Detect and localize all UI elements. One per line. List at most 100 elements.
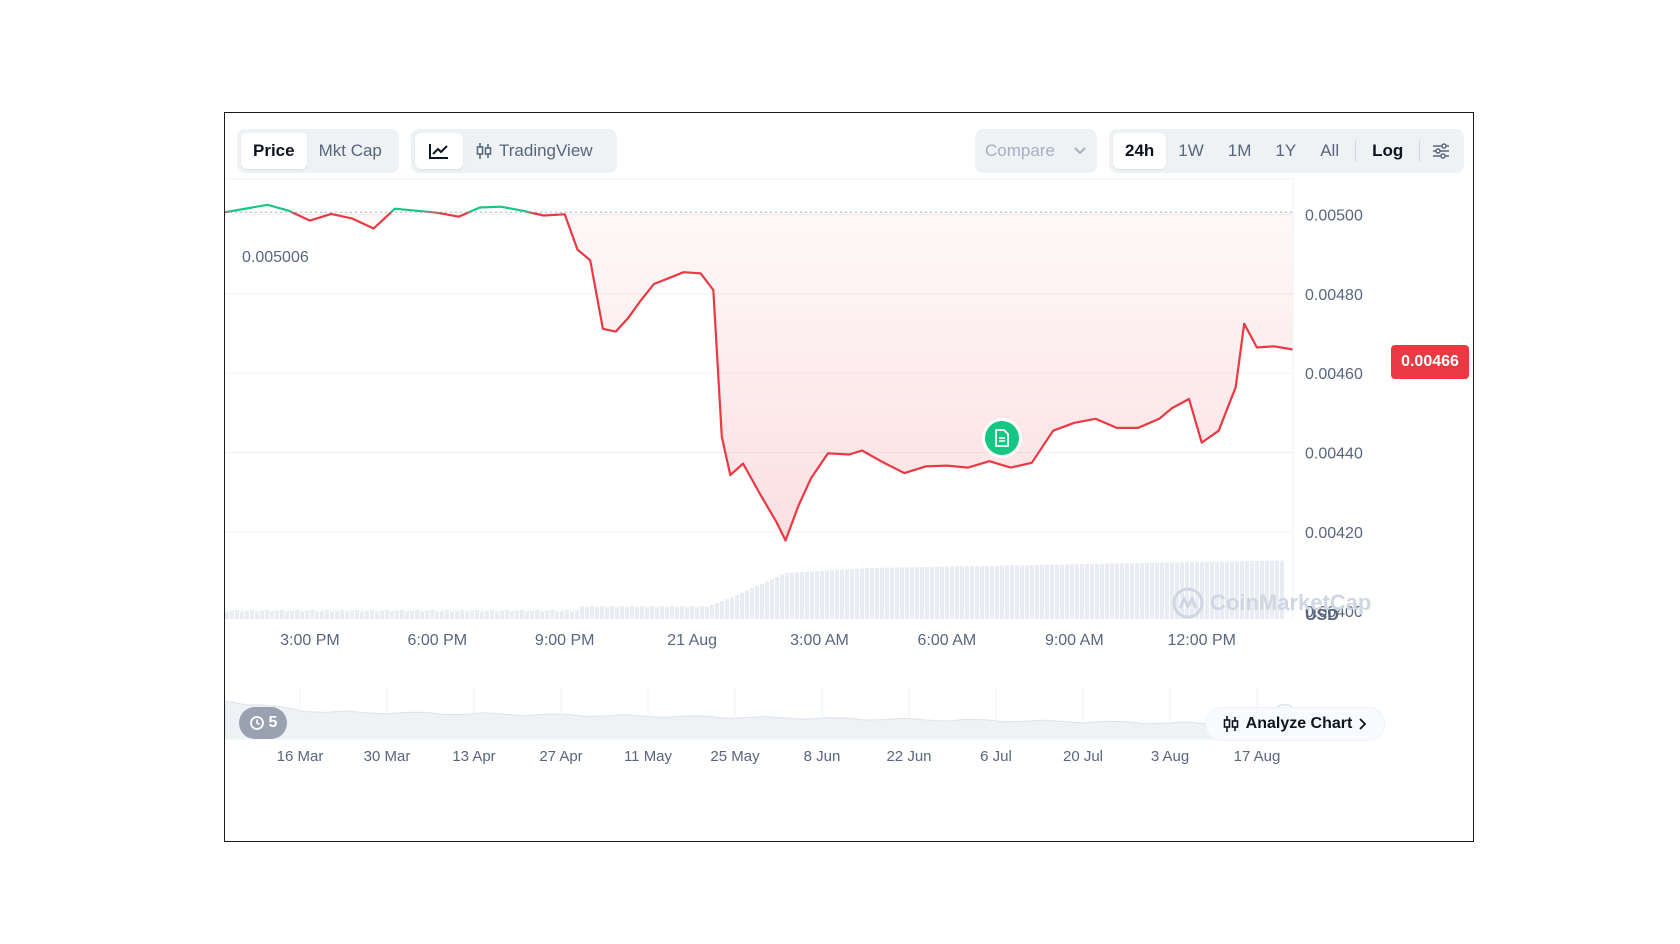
volume-bar [985,565,989,619]
volume-bar [1030,565,1034,619]
volume-bar [670,606,674,619]
volume-bar [565,610,569,619]
volume-bar [360,612,364,619]
volume-bar [660,606,664,619]
volume-bar [640,606,644,619]
volume-bar [1105,563,1109,619]
history-button[interactable]: 5 [239,707,287,739]
volume-bar [940,566,944,619]
volume-bar [355,610,359,619]
volume-bar [890,567,894,619]
volume-bar [970,566,974,619]
y-tick-label: 0.00460 [1305,366,1363,383]
volume-bar [1020,565,1024,619]
x-tick-label: 3:00 AM [790,632,849,649]
navigator-tick-label: 20 Jul [1063,748,1103,765]
navigator-tick-label: 25 May [710,748,760,765]
volume-bar [570,612,574,619]
volume-bar [590,606,594,619]
navigator-tick-label: 3 Aug [1151,748,1189,765]
volume-bar [935,566,939,619]
volume-bar [835,570,839,619]
volume-bar [445,610,449,619]
volume-bar [440,611,444,619]
volume-bar [250,610,254,619]
volume-bar [1025,565,1029,619]
volume-bar [580,606,584,619]
volume-bar [430,610,434,619]
volume-bar [480,612,484,619]
volume-bar [365,611,369,619]
volume-bar [750,588,754,619]
volume-bar [1065,564,1069,619]
volume-bar [435,612,439,619]
volume-bar [465,612,469,619]
volume-bar [760,583,764,619]
navigator-area [225,700,1286,740]
volume-bar [340,610,344,619]
history-icon [249,716,264,730]
volume-bar [635,607,639,619]
volume-bar [375,612,379,619]
volume-bar [1135,563,1139,619]
volume-bar [1125,563,1129,619]
volume-bar [395,611,399,619]
news-marker[interactable] [985,421,1019,455]
volume-bar [230,611,234,619]
navigator-tick-label: 13 Apr [452,748,495,765]
volume-bar [1120,563,1124,619]
volume-bar [895,567,899,619]
volume-bar [700,606,704,619]
volume-bar [255,612,259,619]
volume-bar [755,586,759,619]
volume-bar [855,568,859,619]
volume-bar [650,606,654,619]
volume-bar [780,574,784,619]
volume-bar [865,568,869,619]
volume-bar [830,570,834,619]
volume-bar [1115,563,1119,619]
analyze-chart-button[interactable]: Analyze Chart [1205,707,1385,741]
volume-bar [1085,564,1089,619]
volume-bar [1045,564,1049,619]
volume-bar [410,611,414,619]
x-tick-label: 3:00 PM [280,632,340,649]
y-tick-label: 0.00440 [1305,446,1363,463]
volume-bar [880,567,884,619]
volume-bar [730,597,734,619]
volume-bar [950,566,954,619]
navigator-tick-label: 8 Jun [804,748,841,765]
volume-bar [910,567,914,619]
watermark-text: CoinMarketCap [1210,590,1372,615]
navigator-tick-label: 17 Aug [1234,748,1281,765]
volume-bar [870,567,874,619]
navigator-tick-label: 30 Mar [364,748,411,765]
volume-bar [350,611,354,619]
volume-bar [535,610,539,619]
x-axis: 3:00 PM 6:00 PM 9:00 PM 21 Aug 3:00 AM 6:00 A… [280,632,1236,649]
volume-bar [280,610,284,619]
volume-bar [285,612,289,619]
volume-bar [390,612,394,619]
volume-bar [370,610,374,619]
volume-bar [820,570,824,619]
volume-bar [1015,565,1019,619]
x-tick-label: 6:00 AM [918,632,977,649]
volume-bar [420,612,424,619]
volume-bar [765,581,769,619]
volume-bar [975,566,979,619]
volume-bar [980,565,984,619]
navigator-tick-label: 22 Jun [886,748,931,765]
navigator[interactable]: 16 Mar 30 Mar 13 Apr 27 Apr 11 May 25 May 8 Ju… [225,687,1294,765]
volume-bar [500,611,504,619]
volume-bar [690,606,694,619]
navigator-tick-label: 11 May [624,748,673,765]
volume-bar [995,565,999,619]
navigator-tick-label: 16 Mar [277,748,324,765]
volume-bar [665,607,669,619]
volume-bar [475,610,479,619]
document-icon [995,429,1009,447]
volume-bar [655,607,659,619]
x-tick-label: 9:00 AM [1045,632,1104,649]
x-tick-label: 12:00 PM [1167,632,1235,649]
